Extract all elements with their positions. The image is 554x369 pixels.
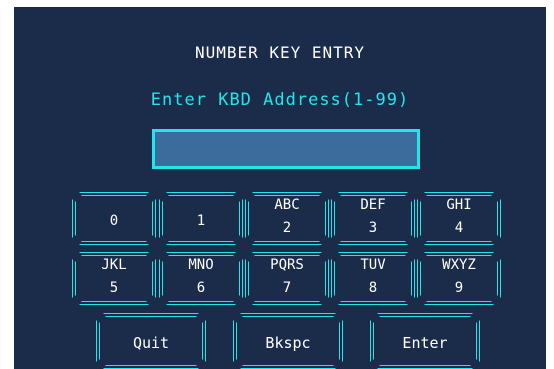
key-digit: 0	[109, 213, 119, 229]
key-0[interactable]: 0	[72, 192, 156, 245]
key-letters: JKL	[101, 257, 127, 273]
key-digit: 5	[109, 280, 119, 296]
key-letters: DEF	[360, 197, 386, 213]
key-letters: PQRS	[270, 257, 304, 273]
backspace-label: Bkspc	[265, 334, 311, 352]
key-9[interactable]: WXYZ 9	[417, 252, 501, 305]
quit-button[interactable]: Quit	[96, 313, 206, 369]
backspace-button[interactable]: Bkspc	[233, 313, 343, 369]
page-title: NUMBER KEY ENTRY	[194, 43, 366, 62]
key-3[interactable]: DEF 3	[331, 192, 415, 245]
key-6[interactable]: MNO 6	[159, 252, 243, 305]
key-digit: 3	[368, 220, 378, 236]
key-digit: 6	[196, 280, 206, 296]
key-8[interactable]: TUV 8	[331, 252, 415, 305]
key-letters: GHI	[446, 197, 472, 213]
key-digit: 1	[196, 213, 206, 229]
key-digit: 7	[282, 280, 292, 296]
key-letters: WXYZ	[442, 257, 476, 273]
key-1[interactable]: 1	[159, 192, 243, 245]
address-entry-field[interactable]	[152, 129, 420, 169]
quit-label: Quit	[132, 334, 170, 352]
key-letters: ABC	[274, 197, 300, 213]
key-digit: 2	[282, 220, 292, 236]
key-4[interactable]: GHI 4	[417, 192, 501, 245]
key-2[interactable]: ABC 2	[245, 192, 329, 245]
key-letters: MNO	[188, 257, 214, 273]
enter-button[interactable]: Enter	[370, 313, 480, 369]
key-7[interactable]: PQRS 7	[245, 252, 329, 305]
key-digit: 9	[454, 280, 464, 296]
key-digit: 4	[454, 220, 464, 236]
key-5[interactable]: JKL 5	[72, 252, 156, 305]
entry-prompt: Enter KBD Address(1-99)	[150, 90, 410, 110]
key-letters: TUV	[360, 257, 386, 273]
number-key-entry-screen: NUMBER KEY ENTRY Enter KBD Address(1-99)…	[14, 7, 546, 369]
enter-label: Enter	[402, 334, 448, 352]
key-digit: 8	[368, 280, 378, 296]
